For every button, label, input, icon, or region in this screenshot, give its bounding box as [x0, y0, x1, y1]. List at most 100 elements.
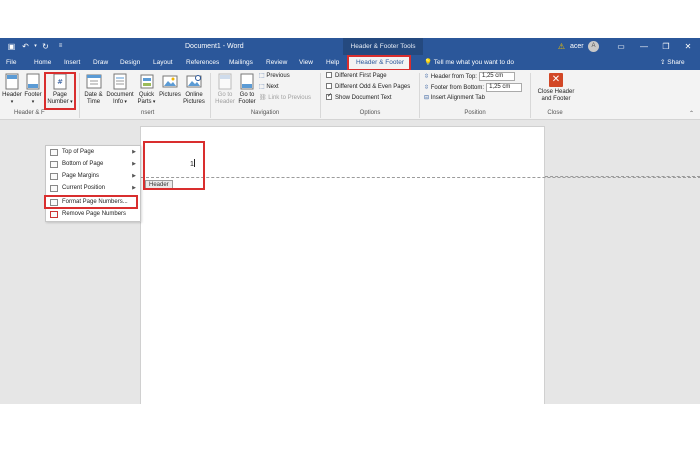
- quick-parts-button[interactable]: Quick Parts ▾: [136, 73, 157, 106]
- quick-parts-label-1: Quick: [138, 92, 155, 98]
- menu-item-current-position[interactable]: Current Position ▶: [46, 183, 140, 194]
- group-separator: [79, 73, 80, 118]
- menu-item-top-of-page[interactable]: Top of Page ▶: [46, 147, 140, 158]
- go-to-header-icon: [218, 73, 232, 90]
- submenu-arrow-icon: ▶: [132, 149, 136, 155]
- link-icon: ⛓: [259, 95, 267, 101]
- next-label: Next: [266, 84, 279, 90]
- different-first-page-checkbox[interactable]: Different First Page: [326, 72, 387, 81]
- format-page-numbers-highlight: [44, 195, 138, 209]
- navigation-group-label: Navigation: [250, 110, 280, 116]
- share-label: Share: [667, 59, 685, 66]
- link-to-previous-button[interactable]: ⛓ Link to Previous: [259, 94, 311, 103]
- header-footer-group-label: Header & F: [14, 110, 45, 116]
- previous-button[interactable]: ⬚ Previous: [259, 72, 290, 81]
- close-window-icon[interactable]: ✕: [677, 38, 699, 55]
- header-button[interactable]: Header ▾: [1, 73, 23, 106]
- next-icon: ⬚: [259, 84, 265, 90]
- remove-page-numbers-icon: [50, 211, 58, 218]
- share-button[interactable]: ⇪ Share: [660, 55, 685, 70]
- submenu-arrow-icon: ▶: [132, 161, 136, 167]
- tab-view[interactable]: View: [299, 55, 313, 70]
- show-document-text-label: Show Document Text: [335, 95, 392, 101]
- previous-icon: ⬚: [259, 73, 265, 79]
- link-to-previous-label: Link to Previous: [268, 95, 311, 101]
- menu-item-page-margins[interactable]: Page Margins ▶: [46, 171, 140, 182]
- online-pictures-label-2: Pictures: [183, 99, 205, 105]
- menu-item-label: Top of Page: [62, 149, 95, 155]
- checkbox-checked-icon: [326, 92, 332, 101]
- tab-help[interactable]: Help: [326, 55, 339, 70]
- document-info-label-2: Info: [113, 99, 124, 105]
- tab-references[interactable]: References: [186, 55, 219, 70]
- pictures-button[interactable]: Pictures: [158, 73, 182, 99]
- quick-parts-label-2: Parts: [137, 99, 152, 105]
- tell-me-search[interactable]: 💡 Tell me what you want to do: [424, 55, 514, 70]
- document-title: Document1 - Word: [185, 43, 244, 50]
- pictures-icon: [162, 75, 178, 88]
- ribbon-display-icon[interactable]: ▭: [610, 38, 632, 55]
- tab-insert[interactable]: Insert: [64, 55, 80, 70]
- header-area-highlight: [143, 141, 205, 190]
- menu-item-label: Current Position: [62, 185, 106, 191]
- date-time-label-2: Time: [86, 99, 101, 105]
- go-to-footer-label-2: Footer: [238, 99, 256, 105]
- submenu-arrow-icon: ▶: [132, 185, 136, 191]
- footer-from-bottom-input[interactable]: 1,25 cm: [486, 83, 523, 92]
- header-footer-tab-highlight: [347, 55, 411, 71]
- maximize-icon[interactable]: ❐: [655, 38, 677, 55]
- redo-icon[interactable]: ↻: [40, 41, 51, 52]
- close-header-footer-button[interactable]: ✕ Close Header and Footer: [534, 73, 578, 103]
- page-number-menu: Top of Page ▶ Bottom of Page ▶ Page Margin…: [45, 145, 141, 222]
- group-separator: [530, 73, 531, 118]
- tab-draw[interactable]: Draw: [93, 55, 108, 70]
- tab-home[interactable]: Home: [34, 55, 51, 70]
- avatar[interactable]: A: [588, 41, 599, 52]
- tab-review[interactable]: Review: [266, 55, 287, 70]
- tab-design[interactable]: Design: [120, 55, 140, 70]
- footer-icon: [26, 73, 40, 90]
- footer-label: Footer: [24, 92, 42, 98]
- insert-alignment-tab-button[interactable]: ⊟ Insert Alignment Tab: [424, 94, 485, 103]
- warning-icon[interactable]: ⚠: [556, 41, 567, 52]
- menu-item-label: Page Margins: [62, 173, 100, 179]
- calendar-icon: [86, 74, 101, 89]
- header-from-top-input[interactable]: 1,25 cm: [478, 72, 515, 81]
- collapse-ribbon-icon[interactable]: ⌃: [689, 110, 694, 117]
- tab-layout[interactable]: Layout: [153, 55, 173, 70]
- header-boundary: [141, 177, 700, 178]
- different-odd-even-checkbox[interactable]: Different Odd & Even Pages: [326, 83, 410, 92]
- share-icon: ⇪: [660, 59, 666, 66]
- position-group-label: Position: [464, 110, 486, 116]
- minimize-icon[interactable]: —: [633, 38, 655, 55]
- show-document-text-checkbox[interactable]: Show Document Text: [326, 92, 392, 103]
- menu-item-remove-page-numbers[interactable]: Remove Page Numbers: [46, 209, 140, 220]
- user-name[interactable]: acer: [570, 38, 584, 55]
- top-of-page-icon: [50, 149, 58, 156]
- previous-label: Previous: [266, 73, 290, 79]
- document-info-button[interactable]: Document Info ▾: [105, 73, 135, 106]
- tab-file[interactable]: File: [6, 55, 16, 70]
- footer-from-bottom-label: Footer from Bottom:: [430, 85, 485, 92]
- insert-group-label: nsert: [141, 110, 155, 116]
- go-to-footer-button[interactable]: Go to Footer: [236, 73, 258, 106]
- checkbox-icon: [326, 72, 332, 78]
- menu-item-bottom-of-page[interactable]: Bottom of Page ▶: [46, 159, 140, 170]
- customize-toolbar-icon[interactable]: ≡: [55, 41, 66, 52]
- next-button[interactable]: ⬚ Next: [259, 83, 279, 92]
- submenu-arrow-icon: ▶: [132, 173, 136, 179]
- go-to-header-label-1: Go to: [217, 92, 233, 98]
- tab-mailings[interactable]: Mailings: [229, 55, 253, 70]
- footer-button[interactable]: Footer ▾: [22, 73, 44, 106]
- save-icon[interactable]: ▣: [6, 41, 17, 52]
- menu-item-label: Bottom of Page: [62, 161, 104, 167]
- group-separator: [210, 73, 211, 118]
- word-window: ▣ ↶ ▾ ↻ ≡ Document1 - Word Header & Foot…: [0, 38, 700, 404]
- go-to-header-button[interactable]: Go to Header: [213, 73, 237, 106]
- lightbulb-icon: 💡: [424, 59, 433, 66]
- go-to-footer-icon: [240, 73, 254, 90]
- contextual-tools-label: Header & Footer Tools: [343, 38, 423, 55]
- online-pictures-button[interactable]: Online Pictures: [181, 73, 207, 106]
- tell-me-text: Tell me what you want to do: [433, 59, 515, 66]
- date-time-button[interactable]: Date & Time: [81, 73, 106, 106]
